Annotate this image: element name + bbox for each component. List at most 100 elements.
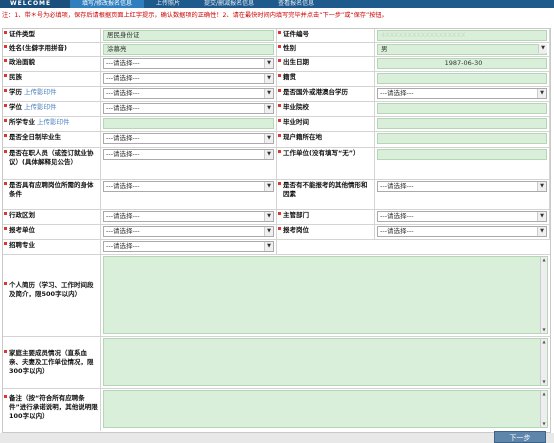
scrollbar[interactable]: ▲ ▼ [540, 339, 547, 385]
position-select[interactable]: ---请选择--- ▼ [377, 226, 547, 237]
required-marker-icon [4, 119, 7, 122]
grad-time-field[interactable] [377, 118, 547, 129]
form-row: 招聘专业 ---请选择--- ▼ [3, 240, 550, 255]
tab-submit-info[interactable]: 提交/删减报名信息 [192, 0, 266, 8]
school-field[interactable] [377, 103, 547, 114]
scroll-up-icon[interactable]: ▲ [541, 257, 547, 263]
tab-upload-photo[interactable]: 上传照片 [144, 0, 192, 8]
required-marker-icon [4, 31, 7, 34]
scrollbar[interactable]: ▲ ▼ [540, 391, 547, 427]
position-major-label: 招聘专业 [3, 240, 101, 254]
scroll-up-icon[interactable]: ▲ [541, 391, 547, 397]
major-cell [101, 117, 277, 131]
form-row: 是否全日制毕业生 ---请选择--- ▼ 现户籍所在地 [3, 132, 550, 148]
work-unit-field[interactable] [377, 149, 547, 160]
unit-cell: ---请选择--- ▼ [101, 225, 277, 239]
school-label: 毕业院校 [277, 102, 375, 116]
scroll-down-icon[interactable]: ▼ [541, 421, 547, 427]
required-marker-icon [278, 212, 281, 215]
district-label: 行政区划 [3, 210, 101, 224]
name-field[interactable]: 涂慕亮 [103, 44, 274, 55]
welcome-label: WELCOME [0, 0, 70, 8]
gender-select[interactable]: 男 ▼ [377, 44, 547, 55]
employed-cell: ---请选择--- ▼ [101, 148, 277, 179]
political-select[interactable]: ---请选择--- ▼ [103, 58, 274, 69]
required-marker-icon [4, 350, 7, 353]
chevron-down-icon: ▼ [264, 150, 273, 159]
required-marker-icon [4, 59, 7, 62]
tab-fill-info[interactable]: 填写/修改报名信息 [70, 0, 145, 8]
form-row: 备注（按“符合所有应聘条件”进行承诺说明，其他说明限100字以内） ▲ ▼ [3, 389, 550, 431]
district-select[interactable]: ---请选择--- ▼ [103, 211, 274, 222]
form-row: 民族 ---请选择--- ▼ 籍贯 [3, 72, 550, 87]
physical-select[interactable]: ---请选择--- ▼ [103, 181, 274, 192]
next-step-button[interactable]: 下一步 [494, 431, 546, 443]
scroll-up-icon[interactable]: ▲ [541, 339, 547, 345]
native-place-label: 籍贯 [277, 72, 375, 86]
scrollbar[interactable]: ▲ ▼ [540, 257, 547, 333]
required-marker-icon [278, 134, 281, 137]
fulltime-label: 是否全日制毕业生 [3, 132, 101, 147]
work-unit-cell [375, 148, 550, 179]
degree-select[interactable]: ---请选择--- ▼ [103, 103, 274, 114]
native-place-field[interactable] [377, 73, 547, 84]
ethnicity-select[interactable]: ---请选择--- ▼ [103, 73, 274, 84]
required-marker-icon [278, 45, 281, 48]
required-marker-icon [4, 242, 7, 245]
education-select[interactable]: ---请选择--- ▼ [103, 88, 274, 99]
scroll-down-icon[interactable]: ▼ [541, 327, 547, 333]
position-cell: ---请选择--- ▼ [375, 225, 550, 239]
degree-cell: ---请选择--- ▼ [101, 102, 277, 116]
school-cell [375, 102, 550, 116]
political-label: 政治面貌 [3, 57, 101, 71]
ethnicity-label: 民族 [3, 72, 101, 86]
required-marker-icon [4, 45, 7, 48]
degree-upload-link[interactable]: 上传影印件 [24, 103, 57, 111]
birth-label: 出生日期 [277, 57, 375, 71]
id-number-cell: 4XXXXXXXXXXXXXXXXXX [375, 29, 550, 42]
required-marker-icon [278, 74, 281, 77]
form-row: 是否具有应聘岗位所需的身体条件 ---请选择--- ▼ 是否有不能报考的其他情形和… [3, 180, 550, 210]
work-unit-label: 工作单位(没有填写“无”） [277, 148, 375, 179]
required-marker-icon [4, 134, 7, 137]
scroll-down-icon[interactable]: ▼ [541, 379, 547, 385]
birth-date-field[interactable]: 1987-06-30 [377, 58, 547, 69]
family-textarea[interactable]: ▲ ▼ [103, 338, 548, 386]
bottom-bar [0, 433, 554, 443]
major-upload-link[interactable]: 上传影印件 [37, 118, 70, 126]
remark-textarea[interactable]: ▲ ▼ [103, 390, 548, 428]
position-label: 报考岗位 [277, 225, 375, 239]
position-major-select[interactable]: ---请选择--- ▼ [103, 241, 274, 252]
tab-view-info[interactable]: 查看报名信息 [266, 0, 326, 8]
unit-select[interactable]: ---请选择--- ▼ [103, 226, 274, 237]
chevron-down-icon: ▼ [264, 134, 273, 143]
required-marker-icon [4, 182, 7, 185]
id-type-label: 证件类型 [3, 29, 101, 42]
required-marker-icon [278, 89, 281, 92]
department-select[interactable]: ---请选择--- ▼ [377, 211, 547, 222]
bad-record-label: 是否有不能报考的其他情形和因素 [277, 180, 375, 209]
department-cell: ---请选择--- ▼ [375, 210, 550, 224]
employed-select[interactable]: ---请选择--- ▼ [103, 149, 274, 160]
birth-cell: 1987-06-30 [375, 57, 550, 71]
chevron-down-icon: ▼ [264, 74, 273, 83]
overseas-select[interactable]: ---请选择--- ▼ [377, 88, 547, 99]
form-row: 个人简历（学习、工作时间段及简介，限500字以内） ▲ ▼ [3, 255, 550, 337]
name-label: 姓名(生僻字用拼音) [3, 43, 101, 56]
education-upload-link[interactable]: 上传影印件 [24, 88, 57, 96]
chevron-down-icon: ▼ [264, 59, 273, 68]
ethnicity-cell: ---请选择--- ▼ [101, 72, 277, 86]
physical-label: 是否具有应聘岗位所需的身体条件 [3, 180, 101, 209]
form-row: 政治面貌 ---请选择--- ▼ 出生日期 1987-06-30 [3, 57, 550, 72]
chevron-down-icon: ▼ [537, 212, 546, 221]
bad-record-select[interactable]: ---请选择--- ▼ [377, 181, 547, 192]
id-number-field: 4XXXXXXXXXXXXXXXXXX [377, 30, 547, 41]
resume-cell: ▲ ▼ [101, 255, 550, 336]
employed-label: 是否在职人员（或签订就业协议）(具体解释见公告） [3, 148, 101, 179]
required-marker-icon [278, 31, 281, 34]
hukou-field[interactable] [377, 133, 547, 144]
resume-textarea[interactable]: ▲ ▼ [103, 256, 548, 334]
major-field[interactable] [103, 118, 274, 129]
fulltime-select[interactable]: ---请选择--- ▼ [103, 133, 274, 144]
physical-cell: ---请选择--- ▼ [101, 180, 277, 209]
